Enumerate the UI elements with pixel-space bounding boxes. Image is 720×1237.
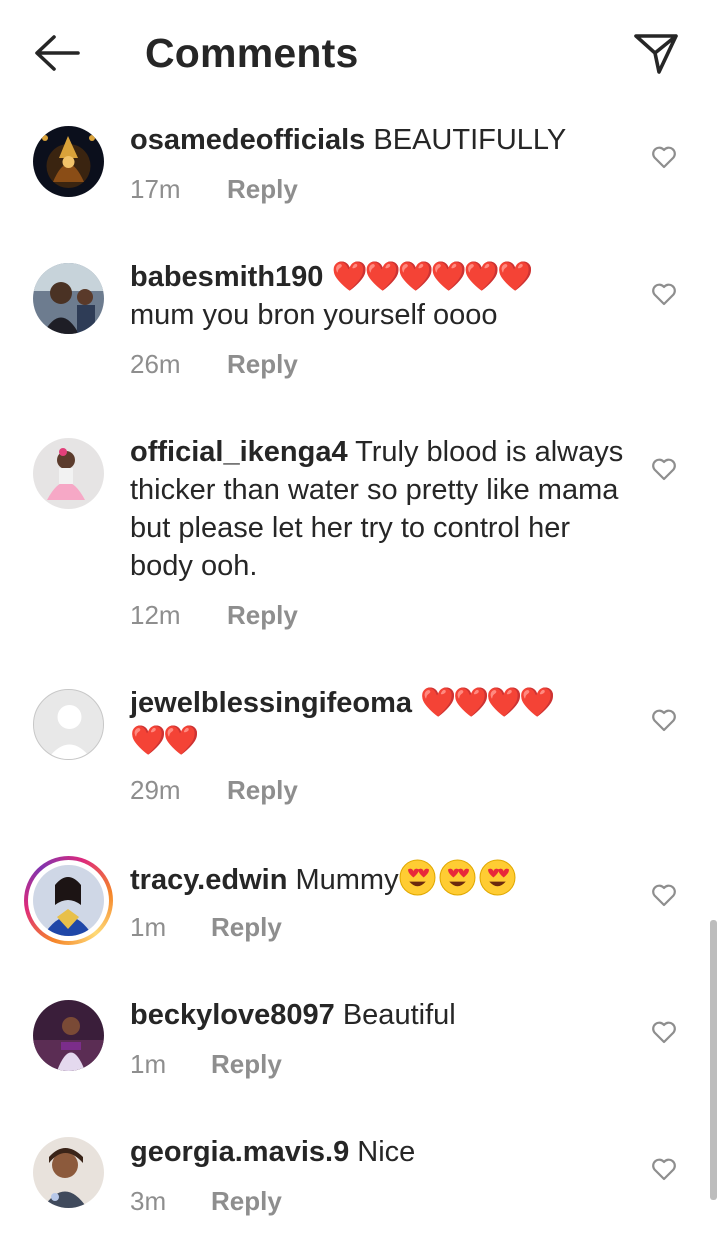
comment-username[interactable]: georgia.mavis.9 [130, 1136, 349, 1168]
heart-emoji-text: ❤️❤️❤️❤️ [420, 687, 555, 719]
avatar-placeholder[interactable] [33, 689, 104, 760]
heart-like-icon[interactable] [650, 881, 678, 909]
reply-button[interactable]: Reply [227, 349, 298, 380]
comment-username[interactable]: beckylove8097 [130, 999, 335, 1031]
reply-button[interactable]: Reply [211, 1049, 282, 1080]
arrow-left-icon [35, 35, 80, 71]
comment-username[interactable]: official_ikenga4 [130, 436, 348, 468]
comment-time: 12m [130, 600, 181, 630]
heart-eyes-emoji-icon [479, 859, 516, 896]
page-title: Comments [145, 30, 359, 76]
heart-like-icon[interactable] [650, 143, 678, 171]
heart-like-icon[interactable] [650, 706, 678, 734]
heart-like-icon[interactable] [650, 1155, 678, 1183]
heart-like-icon[interactable] [650, 1018, 678, 1046]
comment-username[interactable]: babesmith190 [130, 261, 323, 293]
comment-time: 17m [130, 174, 181, 204]
share-button[interactable] [628, 26, 684, 80]
comment-text: Nice [349, 1136, 416, 1168]
avatar[interactable] [33, 1000, 104, 1071]
heart-like-icon[interactable] [650, 280, 678, 308]
comment-time: 26m [130, 349, 181, 379]
reply-button[interactable]: Reply [211, 912, 282, 943]
paper-plane-icon [634, 34, 678, 74]
comment-time: 3m [130, 1186, 167, 1216]
comment-text: Mummy [287, 864, 399, 896]
heart-eyes-emoji-icon [399, 859, 436, 896]
reply-button[interactable]: Reply [227, 174, 298, 205]
comment-time: 1m [130, 1049, 167, 1079]
avatar[interactable] [33, 1137, 104, 1208]
comment-time: 29m [130, 775, 181, 805]
avatar[interactable] [33, 263, 104, 334]
scrollbar[interactable] [710, 920, 717, 1200]
heart-like-icon[interactable] [650, 455, 678, 483]
avatar [33, 865, 104, 936]
reply-button[interactable]: Reply [211, 1186, 282, 1217]
comment-username[interactable]: tracy.edwin [130, 864, 287, 896]
comment-time: 1m [130, 912, 167, 942]
reply-button[interactable]: Reply [227, 600, 298, 631]
heart-emoji-text: ❤️❤️❤️❤️❤️❤️ [331, 261, 533, 293]
reply-button[interactable]: Reply [227, 775, 298, 806]
back-button[interactable] [28, 28, 84, 78]
heart-emoji-text: ❤️❤️ [130, 725, 199, 757]
comment-text: BEAUTIFULLY [365, 124, 567, 156]
comment-text: mum you bron yourself oooo [130, 299, 498, 331]
heart-eyes-emoji-icon [439, 859, 476, 896]
avatar[interactable] [33, 126, 104, 197]
comment-username[interactable]: jewelblessingifeoma [130, 687, 412, 719]
top-bar: Comments [0, 0, 720, 108]
story-ring[interactable] [24, 856, 113, 945]
comment-username[interactable]: osamedeofficials [130, 124, 365, 156]
comment-text: Beautiful [334, 999, 456, 1031]
avatar[interactable] [33, 438, 104, 509]
